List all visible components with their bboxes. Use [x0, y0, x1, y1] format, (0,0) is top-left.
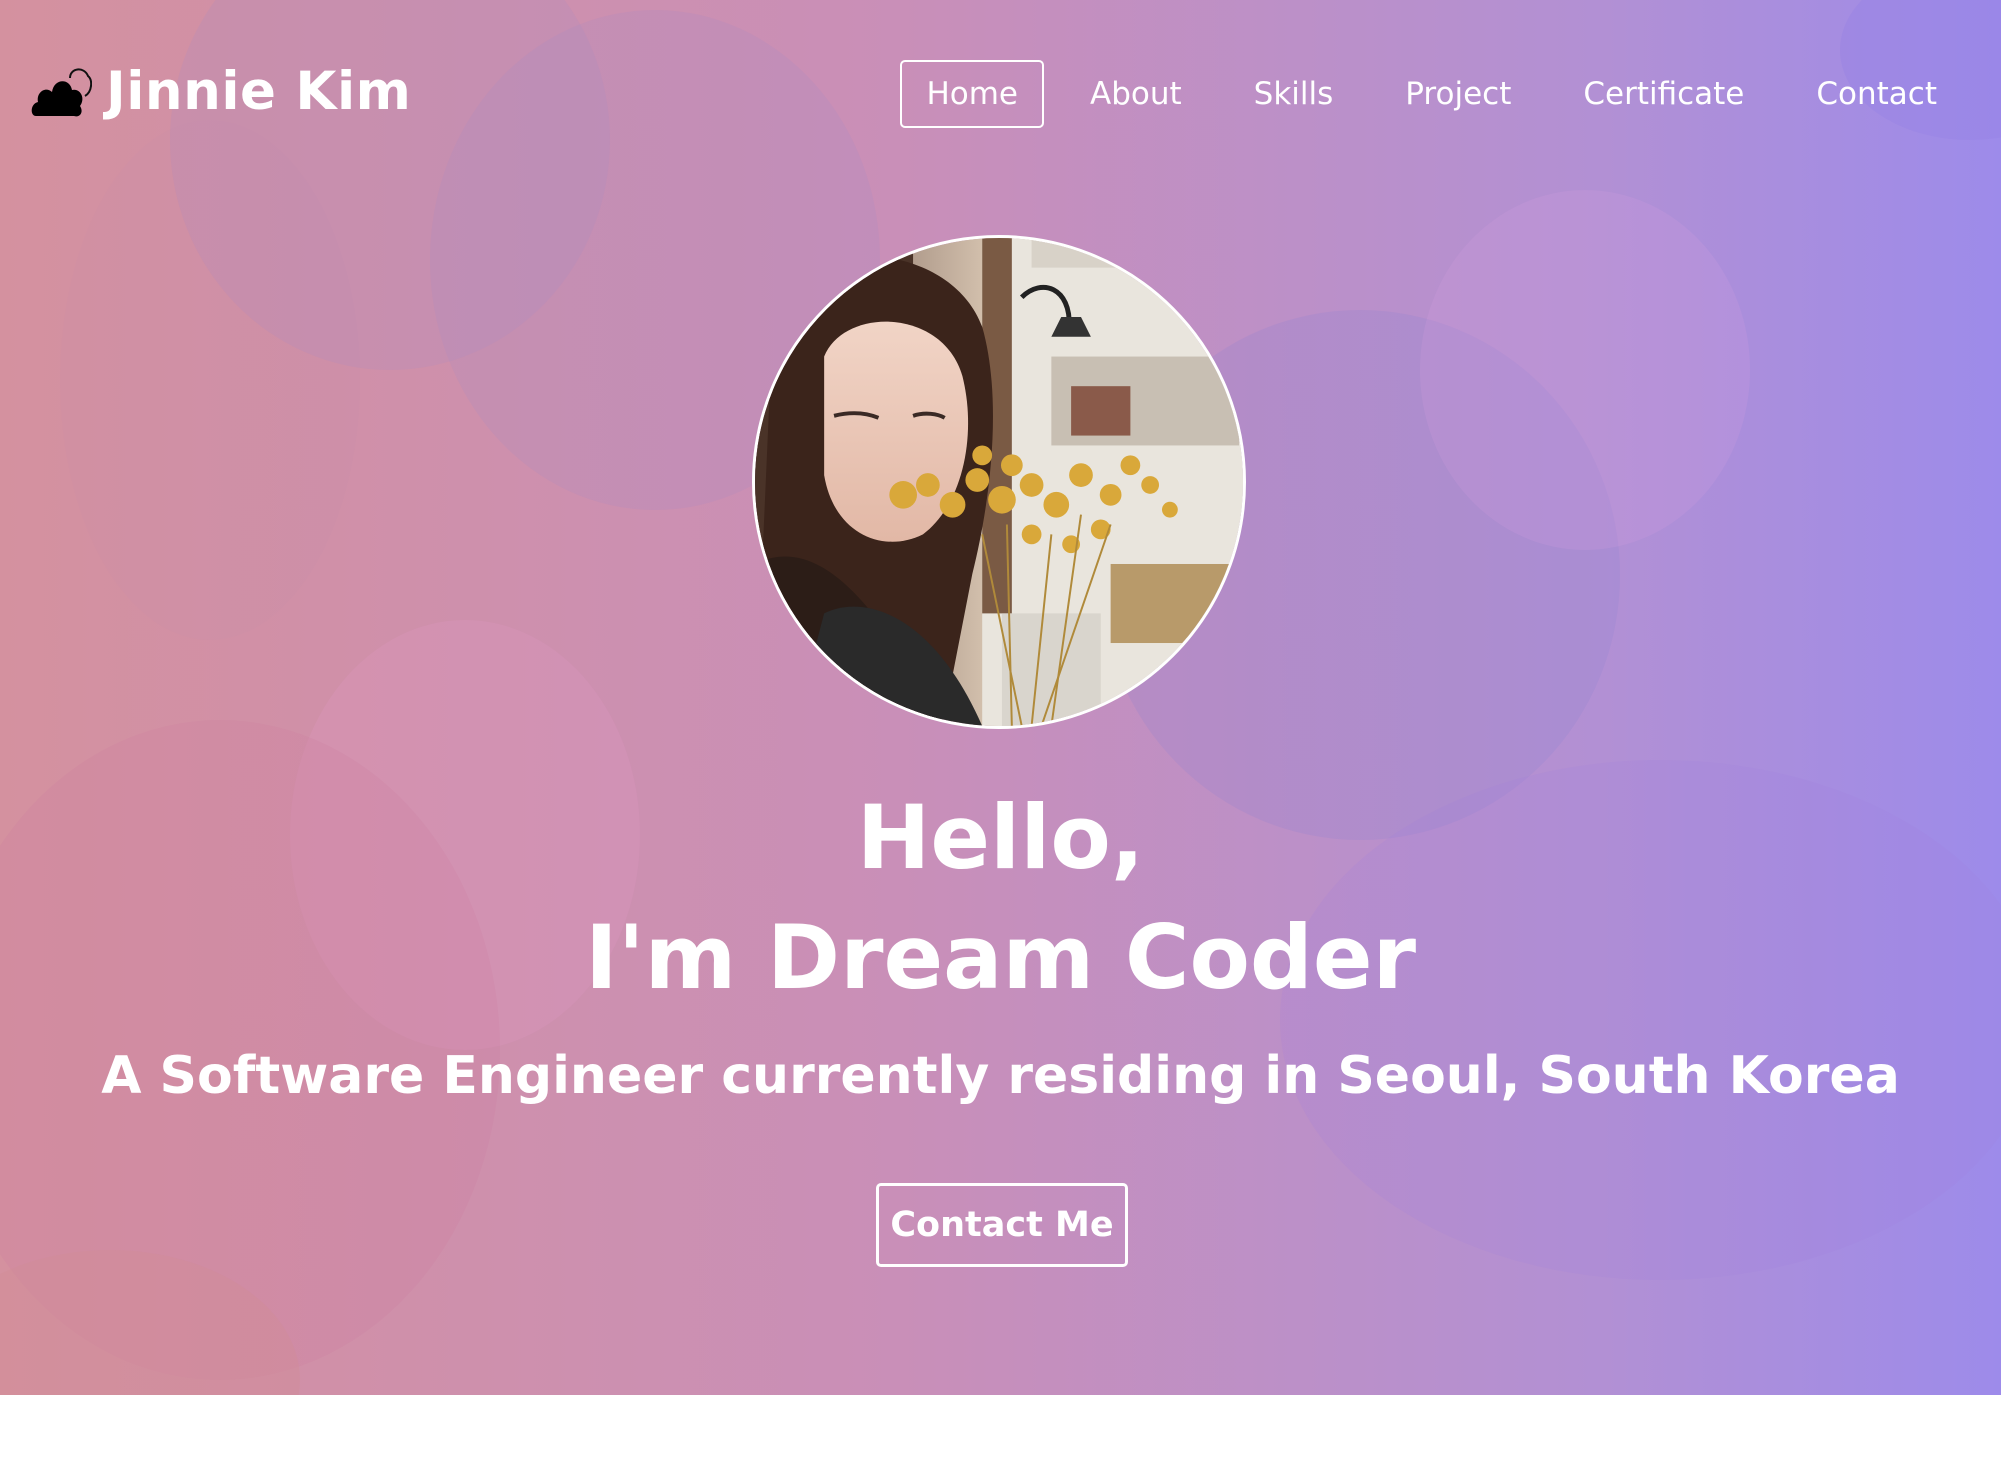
contact-me-button[interactable]: Contact Me	[876, 1183, 1128, 1267]
nav-item-contact[interactable]: Contact	[1790, 60, 1963, 128]
background-blob	[1420, 190, 1750, 550]
nav-item-certificate[interactable]: Certificate	[1557, 60, 1770, 128]
nav-item-project[interactable]: Project	[1379, 60, 1537, 128]
hero-headline: I'm Dream Coder	[585, 906, 1416, 1009]
profile-photo	[755, 238, 1243, 726]
brand-name: Jinnie Kim	[106, 60, 412, 122]
avatar	[752, 235, 1246, 729]
hero-greeting: Hello,	[856, 786, 1145, 889]
nav-item-about[interactable]: About	[1064, 60, 1208, 128]
hero-section: Jinnie Kim Home About Skills Project Cer…	[0, 0, 2001, 1395]
hero-description: A Software Engineer currently residing i…	[101, 1046, 1900, 1106]
nav-item-home[interactable]: Home	[900, 60, 1044, 128]
main-nav: Home About Skills Project Certificate Co…	[880, 60, 1963, 128]
brand-logo[interactable]: Jinnie Kim	[30, 60, 411, 122]
hero-heading: Hello, I'm Dream Coder	[0, 778, 2001, 1018]
nav-item-skills[interactable]: Skills	[1228, 60, 1360, 128]
cloud-icon	[30, 60, 93, 122]
